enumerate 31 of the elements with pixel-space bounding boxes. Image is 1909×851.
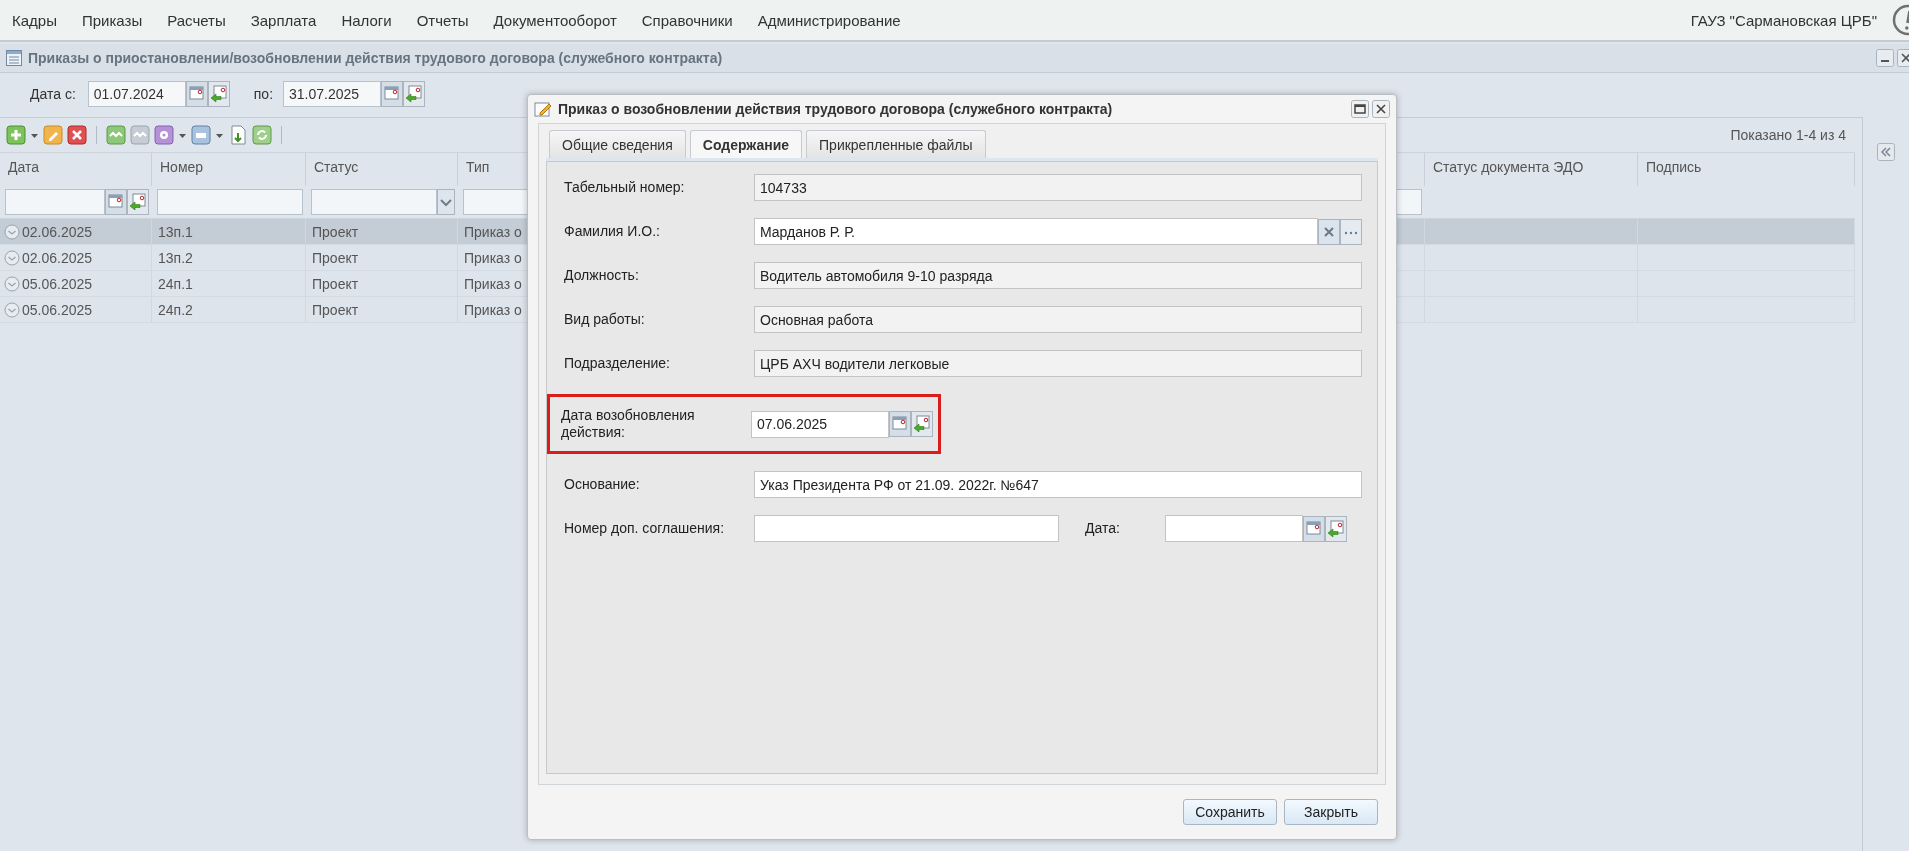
field-label: Дата возобновления действия: xyxy=(561,407,696,441)
field-label: Вид работы: xyxy=(564,311,646,328)
field-label: Фамилия И.О.: xyxy=(564,223,661,240)
table-cell: 13п.2 xyxy=(158,249,193,266)
paging-info: Показано 1-4 из 4 xyxy=(1730,127,1846,143)
table-cell: Приказ о xyxy=(464,223,522,240)
table-cell: 02.06.2025 xyxy=(22,249,93,266)
table-cell: Приказ о xyxy=(464,249,522,266)
table-cell: 02.06.2025 xyxy=(22,223,93,240)
table-cell: Проект xyxy=(312,249,359,266)
table-cell: Приказ о xyxy=(464,301,522,318)
field-label: Основание: xyxy=(564,476,641,493)
field-label: Номер доп. соглашения: xyxy=(564,520,726,537)
table-cell: Проект xyxy=(312,275,359,292)
table-cell: Проект xyxy=(312,301,359,318)
field-label: Табельный номер: xyxy=(564,179,686,196)
field-label: Дата с: xyxy=(30,86,76,102)
table-cell: Проект xyxy=(312,223,359,240)
field-label: Должность: xyxy=(564,267,640,284)
dialog-title: Приказ о возобновлении действия трудового договора (служебного контракта) xyxy=(558,101,1113,117)
table-cell: 13п.1 xyxy=(158,223,193,240)
table-cell: 24п.1 xyxy=(158,275,193,292)
panel-title: Приказы о приостановлении/возобновлении действия трудового договора (служебного контракта) xyxy=(28,50,723,66)
table-cell: 05.06.2025 xyxy=(22,301,93,318)
field-label: Дата: xyxy=(1085,520,1121,537)
table-cell: Приказ о xyxy=(464,275,522,292)
field-label: по: xyxy=(253,86,274,102)
field-label: Подразделение: xyxy=(564,355,671,372)
table-cell: 24п.2 xyxy=(158,301,193,318)
organization-name: ГАУЗ "Сармановская ЦРБ" xyxy=(1690,11,1877,29)
table-cell: 05.06.2025 xyxy=(22,275,93,292)
